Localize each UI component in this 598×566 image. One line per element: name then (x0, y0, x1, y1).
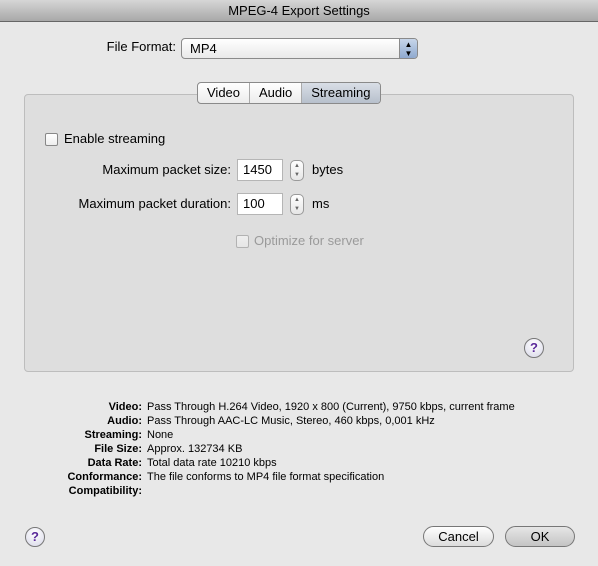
optimize-server-checkbox[interactable] (236, 235, 249, 248)
chevron-updown-icon: ▲ ▼ (399, 39, 417, 58)
ok-button[interactable]: OK (505, 526, 575, 547)
summary-row: Compatibility: (68, 485, 142, 497)
enable-streaming-checkbox[interactable] (45, 133, 58, 146)
packet-size-stepper[interactable]: ▲ ▼ (290, 160, 304, 181)
optimize-server-label: Optimize for server (254, 233, 364, 248)
packet-duration-unit: ms (312, 196, 330, 211)
packet-size-input[interactable]: 1450 (237, 159, 283, 181)
summary-row: Data Rate: Total data rate 10210 kbps (87, 457, 277, 469)
help-icon[interactable]: ? (524, 338, 544, 358)
packet-size-unit: bytes (312, 162, 344, 177)
file-format-label: File Format: (106, 39, 176, 54)
file-format-popup[interactable]: MP4 ▲ ▼ (181, 38, 418, 59)
packet-size-label: Maximum packet size: (102, 162, 231, 177)
packet-duration-label: Maximum packet duration: (78, 196, 231, 211)
summary-row: Conformance: The file conforms to MP4 fil… (67, 471, 385, 483)
export-summary: Video: Pass Through H.264 Video, 1920 x 8… (40, 400, 515, 498)
tab-video[interactable]: Video (198, 83, 251, 103)
cancel-button[interactable]: Cancel (423, 526, 494, 547)
tab-audio[interactable]: Audio (250, 83, 303, 103)
tab-streaming[interactable]: Streaming (302, 83, 380, 103)
file-format-value: MP4 (190, 41, 217, 56)
summary-row: Audio: Pass Through AAC-LC Music, Stereo,… (107, 415, 435, 427)
enable-streaming-label: Enable streaming (64, 131, 166, 146)
tab-bar: Video Audio Streaming (197, 82, 381, 104)
packet-duration-input[interactable]: 100 (237, 193, 283, 215)
summary-row: Video: Pass Through H.264 Video, 1920 x 8… (108, 401, 515, 413)
summary-row: File Size: Approx. 132734 KB (94, 443, 243, 455)
title-bar: MPEG-4 Export Settings (0, 0, 598, 22)
help-icon[interactable]: ? (25, 527, 45, 547)
summary-row: Streaming: None (84, 429, 174, 441)
packet-duration-stepper[interactable]: ▲ ▼ (290, 194, 304, 215)
